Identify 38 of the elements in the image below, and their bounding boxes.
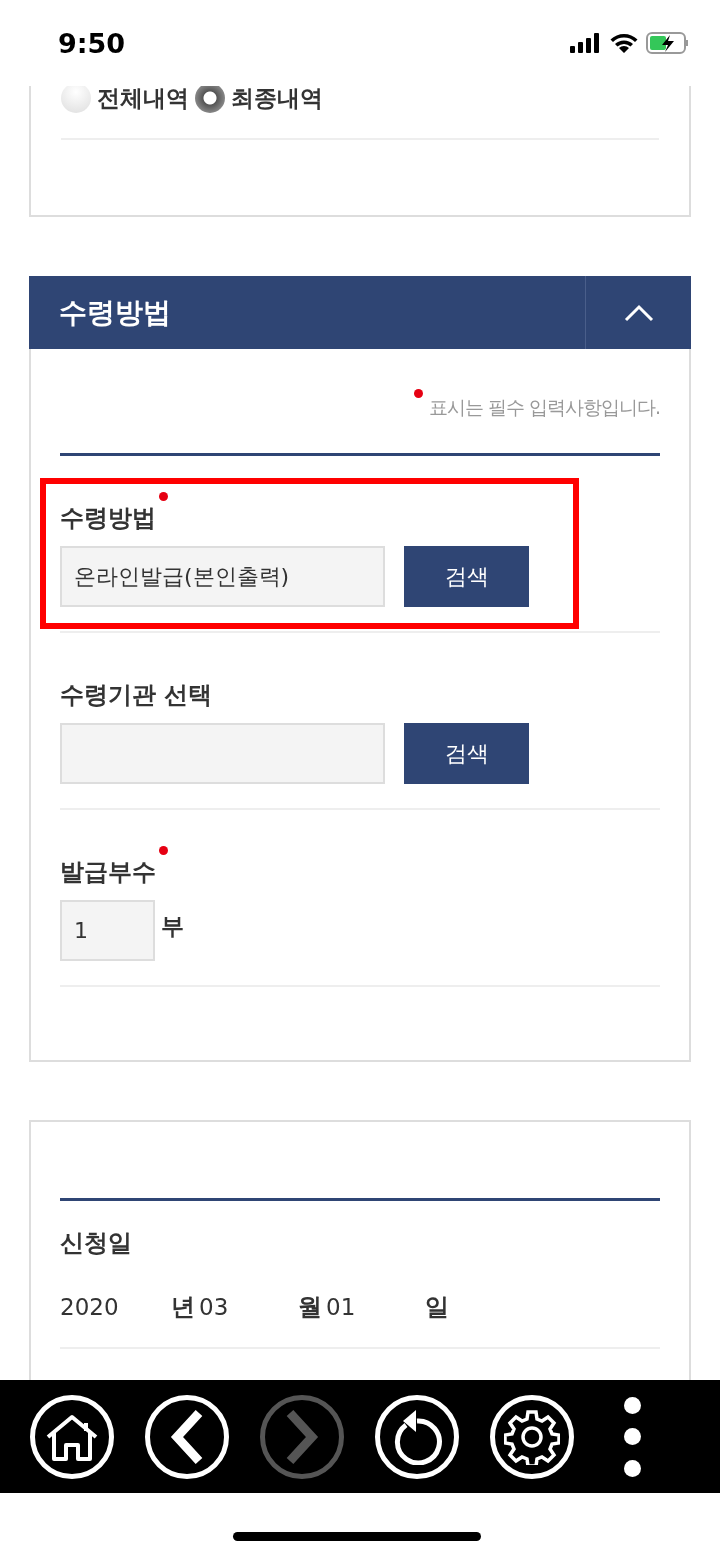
required-dot: [413, 389, 423, 398]
radio-button[interactable]: [61, 86, 91, 113]
field-label: 수령기관 선택: [60, 680, 213, 711]
required-note: 표시는 필수 입력사항입니다.: [428, 395, 660, 420]
status-time: 9:50: [58, 27, 126, 59]
wifi-icon: [610, 33, 638, 53]
reload-button[interactable]: [375, 1394, 459, 1479]
date-value: 03: [199, 1294, 230, 1320]
back-button[interactable]: [145, 1394, 229, 1479]
section-title: 수령방법: [58, 294, 172, 331]
radio-button[interactable]: [195, 86, 225, 113]
back-icon: [169, 1408, 205, 1465]
radio-label: 최종내역: [231, 86, 323, 113]
field-label: 발급부수: [60, 857, 156, 888]
battery-icon: [646, 32, 690, 54]
date-value: 2020: [60, 1294, 120, 1320]
input-field[interactable]: [60, 723, 385, 784]
count-field[interactable]: 1: [60, 900, 155, 961]
home-indicator[interactable]: [233, 1531, 481, 1541]
date-unit: 월: [298, 1292, 322, 1323]
unit-label: 부: [161, 912, 184, 941]
date-unit: 년: [171, 1292, 195, 1323]
field-label: 신청일: [60, 1228, 133, 1259]
chevron-icon: [623, 303, 654, 322]
settings-button[interactable]: [490, 1394, 574, 1479]
search-button[interactable]: 검색: [404, 546, 529, 607]
radio-label: 전체내역: [97, 86, 189, 113]
input-field[interactable]: 온라인발급(본인출력): [60, 546, 385, 607]
home-icon: [44, 1412, 100, 1461]
settings-icon: [504, 1408, 560, 1465]
home-button[interactable]: [30, 1394, 114, 1479]
search-button[interactable]: 검색: [404, 723, 529, 784]
date-unit: 일: [425, 1292, 449, 1323]
signal-icon: [570, 33, 602, 53]
field-label: 수령방법: [60, 503, 156, 534]
reload-icon: [392, 1408, 442, 1465]
forward-icon: [284, 1408, 320, 1465]
date-value: 01: [326, 1294, 357, 1320]
